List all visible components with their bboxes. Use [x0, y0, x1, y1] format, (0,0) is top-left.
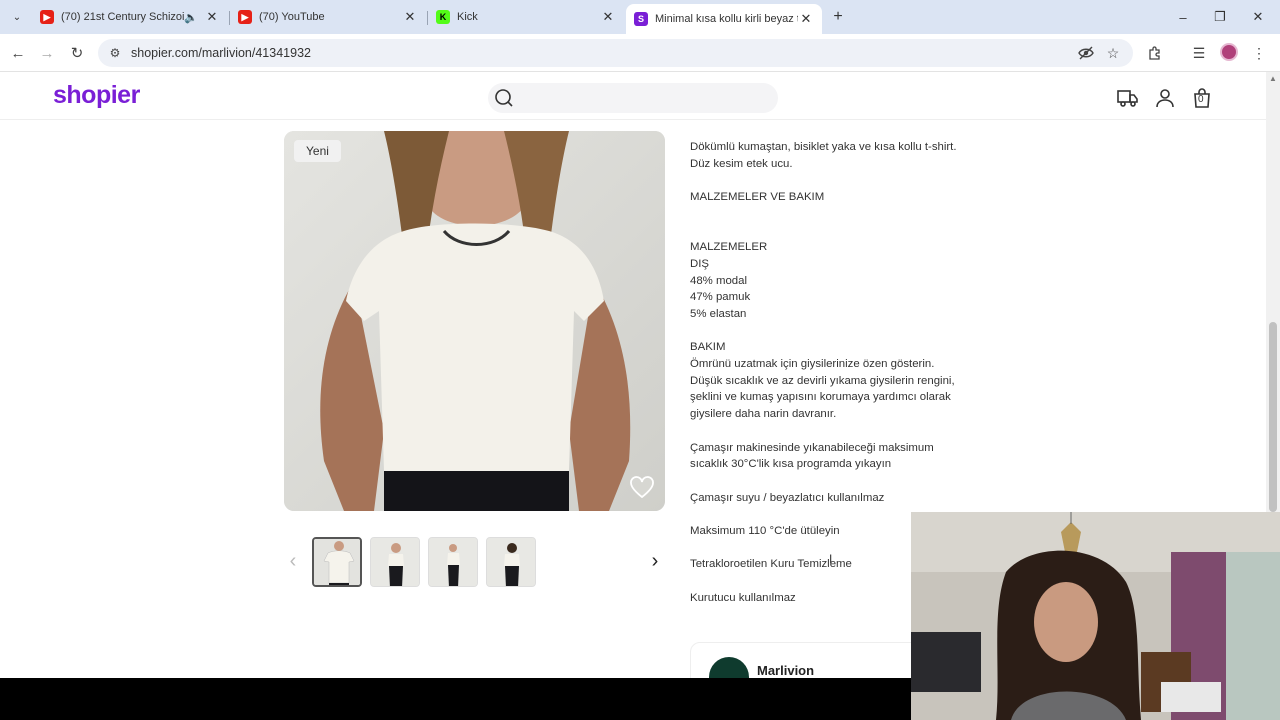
search-input[interactable]	[488, 83, 778, 113]
description-line: Çamaşır makinesinde yıkanabileceği maksi…	[690, 441, 934, 454]
description-line: sıcaklık 30°C'lik kısa programda yıkayın	[690, 458, 892, 471]
tab-kick[interactable]: K Kick ✕	[428, 4, 624, 30]
product-photo	[284, 131, 665, 511]
close-icon[interactable]: ✕	[204, 9, 220, 25]
tab-youtube[interactable]: ▶ (70) YouTube ✕	[230, 4, 426, 30]
seller-logo	[709, 657, 749, 678]
text-cursor-icon: I	[829, 552, 833, 566]
tab-title: (70) YouTube	[259, 11, 325, 23]
carousel-next-icon[interactable]: ›	[646, 549, 664, 573]
forward-icon[interactable]: →	[36, 42, 58, 64]
menu-kebab-icon[interactable]: ⋮	[1248, 42, 1270, 64]
description-line: 48% modal	[690, 274, 747, 287]
youtube-icon: ▶	[238, 10, 252, 24]
site-header: shopier 0	[0, 72, 1266, 120]
webcam-overlay	[911, 512, 1280, 720]
kick-icon: K	[436, 10, 450, 24]
description-line: Çamaşır suyu / beyazlatıcı kullanılmaz	[690, 491, 885, 504]
restore-icon[interactable]: ❐	[1209, 6, 1231, 28]
close-icon[interactable]: ✕	[798, 11, 814, 27]
search-icon	[495, 89, 513, 107]
description-spacer	[690, 172, 990, 189]
tab-strip: ⌄ ▶ (70) 21st Century Schizoid M 🔈 ✕ ▶ (…	[0, 0, 1280, 34]
favorite-heart-icon[interactable]	[629, 475, 655, 501]
product-main-image[interactable]: Yeni	[284, 131, 665, 511]
thumbnail-2[interactable]	[370, 537, 420, 587]
youtube-icon: ▶	[40, 10, 54, 24]
tab-search-icon[interactable]: ⌄	[6, 6, 28, 28]
back-icon[interactable]: ←	[7, 42, 29, 64]
description-line: 5% elastan	[690, 307, 747, 320]
thumbnail-1[interactable]	[312, 537, 362, 587]
description-spacer	[690, 222, 990, 239]
description-line: giysilere daha narin davranır.	[690, 408, 837, 421]
bookmark-star-icon[interactable]: ☆	[1102, 42, 1124, 64]
speaker-icon[interactable]: 🔈	[184, 11, 198, 24]
webcam-video	[911, 512, 1280, 720]
carousel-prev-icon[interactable]: ‹	[284, 549, 302, 573]
user-account-icon[interactable]	[1153, 86, 1177, 110]
description-line: DIŞ	[690, 257, 709, 270]
tracking-eye-off-icon[interactable]	[1075, 42, 1097, 64]
profile-avatar[interactable]	[1220, 43, 1238, 61]
minimize-icon[interactable]: –	[1172, 6, 1194, 28]
media-control-icon[interactable]: ☰	[1188, 42, 1210, 64]
thumbnail-carousel: ‹ ›	[284, 537, 665, 587]
cart-button[interactable]: 0	[1190, 86, 1214, 110]
description-line: BAKIM	[690, 341, 726, 354]
window-close-icon[interactable]: ✕	[1247, 6, 1269, 28]
tab-title: (70) 21st Century Schizoid M	[61, 11, 185, 23]
description-line: Düz kesim etek ucu.	[690, 157, 793, 170]
seller-name: Marlivion	[757, 663, 815, 678]
description-line: Ömrünü uzatmak için giysilerinize özen g…	[690, 358, 935, 371]
url-text: shopier.com/marlivion/41341932	[131, 46, 311, 60]
shopier-logo[interactable]: shopier	[53, 81, 140, 110]
new-badge: Yeni	[294, 140, 341, 162]
shipping-truck-icon[interactable]	[1116, 86, 1140, 110]
thumbnail-4[interactable]	[486, 537, 536, 587]
description-line: şeklini ve kumaş yapısını korumaya yardı…	[690, 391, 951, 404]
new-tab-button[interactable]: +	[829, 8, 847, 26]
shopier-icon: S	[634, 12, 648, 26]
tab-title: Kick	[457, 11, 478, 23]
description-spacer	[690, 323, 990, 340]
description-line: 47% pamuk	[690, 291, 751, 304]
tab-shopier[interactable]: S Minimal kısa kollu kirli beyaz tiş ✕	[626, 4, 822, 34]
thumbnail-3[interactable]	[428, 537, 478, 587]
tab-youtube-schizoid[interactable]: ▶ (70) 21st Century Schizoid M 🔈 ✕	[32, 4, 228, 30]
description-line: MALZEMELER VE BAKIM	[690, 191, 825, 204]
reload-icon[interactable]: ↻	[66, 42, 88, 64]
close-icon[interactable]: ✕	[600, 9, 616, 25]
scroll-thumb[interactable]	[1269, 322, 1277, 512]
description-spacer	[690, 206, 990, 223]
description-line: Dökümlü kumaştan, bisiklet yaka ve kısa …	[690, 141, 957, 153]
extensions-icon[interactable]	[1144, 42, 1166, 64]
address-bar[interactable]: ⚙ shopier.com/marlivion/41341932	[98, 39, 1133, 67]
description-spacer	[690, 473, 990, 490]
description-line: Düşük sıcaklık ve az devirli yıkama giys…	[690, 374, 955, 387]
description-spacer	[690, 423, 990, 440]
tab-title: Minimal kısa kollu kirli beyaz tiş	[655, 13, 798, 25]
cart-count: 0	[1198, 94, 1204, 105]
scroll-up-icon[interactable]: ▲	[1269, 74, 1277, 83]
description-line: MALZEMELER	[690, 241, 768, 254]
close-icon[interactable]: ✕	[402, 9, 418, 25]
browser-toolbar: ← → ↻ ⚙ shopier.com/marlivion/41341932 ☆…	[0, 34, 1280, 72]
site-settings-icon[interactable]: ⚙	[104, 42, 126, 64]
